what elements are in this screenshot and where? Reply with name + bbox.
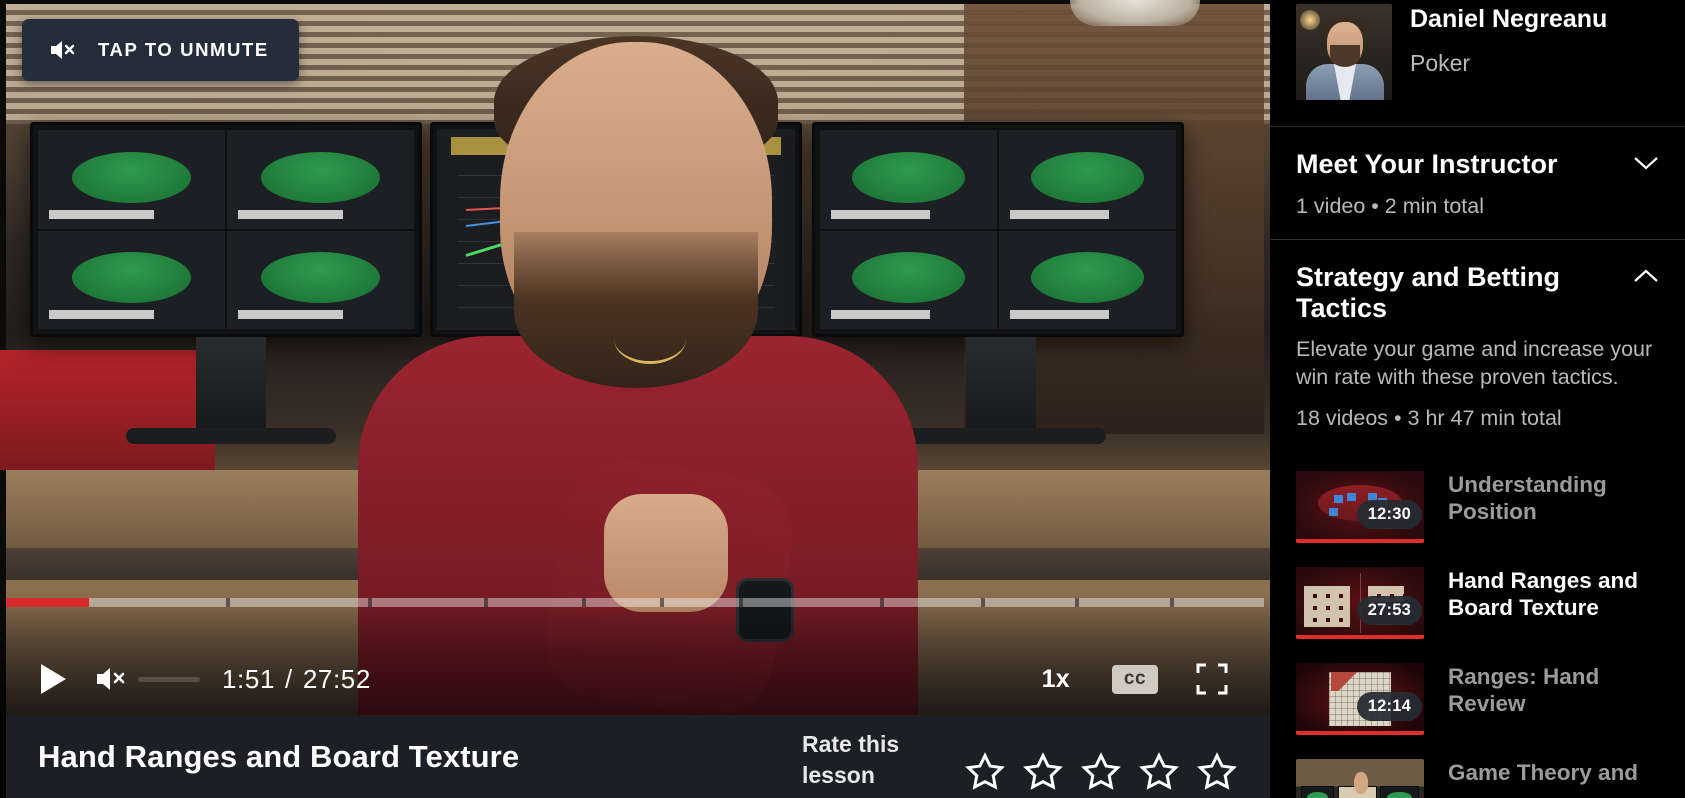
video-list: 12:30 Understanding Position 27:53 Hand … — [1270, 451, 1685, 798]
instructor-name: Daniel Negreanu — [1410, 5, 1608, 33]
star-4-icon[interactable] — [1138, 751, 1180, 793]
play-button[interactable] — [22, 662, 84, 696]
chevron-up-icon[interactable] — [1633, 268, 1659, 284]
duration: 27:52 — [302, 663, 371, 694]
video-duration: 12:30 — [1356, 500, 1422, 530]
section-meta: 1 video • 2 min total — [1296, 194, 1484, 219]
video-lesson-page: TAP TO UNMUTE 1:51 / 27:52 1x cc Hand Ra… — [0, 0, 1685, 798]
lesson-title: Hand Ranges and Board Texture — [38, 738, 520, 774]
volume-button[interactable] — [84, 664, 138, 694]
section-description: Elevate your game and increase your win … — [1296, 337, 1653, 390]
fullscreen-icon — [1195, 662, 1229, 696]
fullscreen-button[interactable] — [1184, 662, 1240, 696]
lesson-bar: Hand Ranges and Board Texture Rate this … — [6, 715, 1270, 798]
video-progress-bar — [1296, 731, 1424, 736]
section-meta: 18 videos • 3 hr 47 min total — [1296, 406, 1562, 431]
video-duration: 12:14 — [1356, 692, 1422, 722]
volume-muted-icon — [48, 37, 76, 63]
course-sidebar: Daniel Negreanu Poker Meet Your Instruct… — [1270, 0, 1685, 798]
play-icon — [38, 662, 68, 696]
tap-to-unmute-button[interactable]: TAP TO UNMUTE — [22, 19, 299, 81]
seek-bar[interactable] — [6, 597, 1264, 607]
instructor-subject: Poker — [1410, 49, 1471, 76]
controls-row: 1:51 / 27:52 1x cc — [0, 643, 1270, 715]
instructor-header[interactable]: Daniel Negreanu Poker — [1270, 0, 1685, 100]
star-2-icon[interactable] — [1022, 751, 1064, 793]
star-5-icon[interactable] — [1196, 751, 1238, 793]
list-item[interactable]: Game Theory and — [1296, 749, 1659, 798]
player-column: TAP TO UNMUTE 1:51 / 27:52 1x cc Hand Ra… — [0, 0, 1270, 798]
current-time: 1:51 — [222, 663, 276, 694]
rating-widget: Rate this lesson — [802, 729, 1238, 790]
video-title: Hand Ranges and Board Texture — [1448, 568, 1639, 621]
video-frame — [0, 0, 1270, 715]
video-thumbnail: 12:14 — [1296, 663, 1424, 736]
video-thumbnail — [1296, 759, 1424, 798]
progress-track[interactable] — [6, 597, 1264, 607]
video-progress-bar — [1296, 635, 1424, 640]
video-title: Ranges: Hand Review — [1448, 664, 1600, 717]
section-header[interactable]: Strategy and Betting Tactics — [1296, 262, 1659, 324]
video-progress-bar — [1296, 539, 1424, 544]
star-1-icon[interactable] — [964, 751, 1006, 793]
video-duration: 27:53 — [1356, 596, 1422, 626]
video-player[interactable]: TAP TO UNMUTE 1:51 / 27:52 1x cc — [0, 0, 1270, 715]
rate-lesson-label: Rate this lesson — [802, 731, 900, 788]
list-item[interactable]: 27:53 Hand Ranges and Board Texture — [1296, 557, 1659, 653]
chevron-down-icon[interactable] — [1633, 155, 1659, 171]
time-separator: / — [285, 663, 293, 694]
volume-muted-icon — [94, 664, 128, 694]
instructor-on-camera — [318, 36, 958, 715]
section-title: Meet Your Instructor — [1296, 149, 1558, 179]
time-display: 1:51 / 27:52 — [222, 664, 371, 695]
section-title: Strategy and Betting Tactics — [1296, 262, 1561, 324]
tap-to-unmute-label: TAP TO UNMUTE — [98, 39, 269, 60]
star-rating[interactable] — [964, 751, 1238, 793]
list-item[interactable]: 12:14 Ranges: Hand Review — [1296, 653, 1659, 749]
instructor-avatar — [1296, 4, 1392, 100]
section-strategy-and-betting-tactics[interactable]: Strategy and Betting Tactics Elevate you… — [1270, 239, 1685, 451]
video-thumbnail: 27:53 — [1296, 567, 1424, 640]
video-thumbnail: 12:30 — [1296, 471, 1424, 544]
section-header[interactable]: Meet Your Instructor — [1296, 149, 1659, 180]
section-meet-your-instructor[interactable]: Meet Your Instructor 1 video • 2 min tot… — [1270, 126, 1685, 239]
volume-slider[interactable] — [138, 676, 200, 682]
playback-speed-button[interactable]: 1x — [1026, 665, 1086, 694]
star-3-icon[interactable] — [1080, 751, 1122, 793]
captions-button[interactable]: cc — [1112, 664, 1158, 694]
progress-fill — [6, 597, 90, 607]
list-item[interactable]: 12:30 Understanding Position — [1296, 461, 1659, 557]
video-title: Game Theory and — [1448, 760, 1639, 786]
video-title: Understanding Position — [1448, 472, 1607, 525]
